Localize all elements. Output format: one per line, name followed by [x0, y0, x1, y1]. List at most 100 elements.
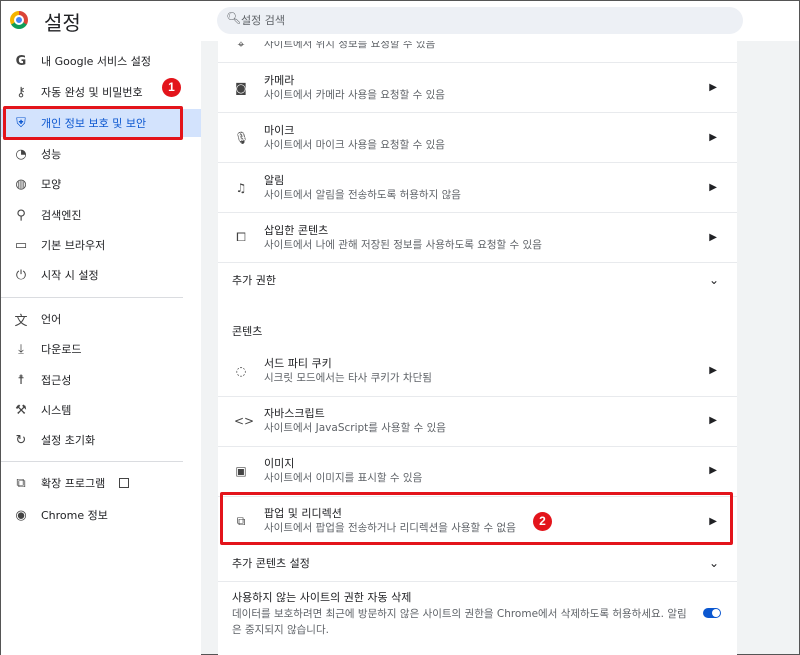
sidebar-item-appearance[interactable]: ◍ 모양 [1, 170, 201, 198]
sidebar-item-accessibility[interactable]: ☨ 접근성 [1, 366, 201, 394]
sidebar-item-system[interactable]: ⚒ 시스템 [1, 396, 201, 424]
sidebar-item-about-chrome[interactable]: ◉ Chrome 정보 [1, 501, 201, 529]
search-input[interactable] [241, 11, 721, 30]
sidebar-item-languages[interactable]: 文 언어 [1, 305, 201, 333]
chevron-right-icon: ▶ [709, 415, 717, 426]
sidebar-item-label: 시스템 [41, 404, 72, 417]
search-icon: 🔍︎ [226, 11, 242, 25]
sidebar-item-label: Chrome 정보 [41, 509, 108, 522]
search-box[interactable]: 🔍︎ [217, 7, 743, 34]
sidebar-item-performance[interactable]: ◔ 성능 [1, 140, 201, 168]
sidebar-item-reset-settings[interactable]: ↻ 설정 초기화 [1, 426, 201, 454]
sidebar-item-label: 언어 [41, 313, 62, 326]
row-subtitle: 사이트에서 이미지를 표시할 수 있음 [264, 471, 423, 484]
site-settings-panel: ⌖ 사이트에서 위치 정보를 요청할 수 있음 ◙ 카메라 사이트에서 카메라 … [218, 41, 737, 655]
sidebar-item-label: 기본 브라우저 [41, 239, 106, 252]
chevron-right-icon: ▶ [709, 82, 717, 93]
content-row-javascript[interactable]: <> 자바스크립트 사이트에서 JavaScript를 사용할 수 있음 ▶ [218, 396, 737, 445]
row-subtitle: 사이트에서 마이크 사용을 요청할 수 있음 [264, 138, 445, 151]
bell-icon: ♫ [235, 180, 247, 195]
sidebar-item-label: 모양 [41, 178, 62, 191]
permission-row-microphone[interactable]: 🎙︎ 마이크 사이트에서 마이크 사용을 요청할 수 있음 ▶ [218, 113, 737, 162]
row-title: 자바스크립트 [264, 406, 325, 420]
accessibility-icon: ☨ [17, 372, 25, 388]
reset-icon: ↻ [15, 432, 27, 448]
additional-permissions-label: 추가 권한 [232, 274, 276, 287]
chevron-right-icon: ▶ [709, 132, 717, 143]
sidebar-divider [1, 297, 183, 298]
embedded-content-icon: ⧠ [236, 230, 246, 244]
download-icon: ⤓ [18, 341, 24, 357]
key-icon: ⚷ [16, 84, 26, 100]
chevron-right-icon: ▶ [709, 232, 717, 243]
code-icon: <> [234, 413, 255, 428]
speedometer-icon: ◔ [15, 146, 27, 162]
cookie-icon: ◌ [235, 363, 247, 378]
puzzle-icon: ⧉ [16, 475, 26, 491]
row-subtitle: 사이트에서 카메라 사용을 요청할 수 있음 [264, 88, 445, 101]
row-subtitle: 사이트에서 위치 정보를 요청할 수 있음 [264, 41, 436, 50]
content-row-third-party-cookies[interactable]: ◌ 서드 파티 쿠키 시크릿 모드에서는 타사 쿠키가 차단됨 ▶ [218, 346, 737, 395]
permission-row-embedded-content[interactable]: ⧠ 삽입한 콘텐츠 사이트에서 나에 관해 저장된 정보를 사용하도록 요청할 … [218, 213, 737, 262]
sidebar-item-google-services[interactable]: G 내 Google 서비스 설정 [1, 47, 201, 75]
permission-row-notifications[interactable]: ♫ 알림 사이트에서 알림을 전송하도록 허용하지 않음 ▶ [218, 163, 737, 212]
chevron-right-icon: ▶ [709, 365, 717, 376]
sidebar-item-default-browser[interactable]: ▭ 기본 브라우저 [1, 231, 201, 259]
palette-icon: ◍ [15, 176, 27, 192]
sidebar-item-downloads[interactable]: ⤓ 다운로드 [1, 335, 201, 363]
chevron-right-icon: ▶ [709, 182, 717, 193]
additional-content-settings-label: 추가 콘텐츠 설정 [232, 557, 310, 570]
sidebar-item-label: 접근성 [41, 374, 72, 387]
sidebar-item-extensions[interactable]: ⧉ 확장 프로그램 [1, 469, 201, 497]
sidebar-item-label: 다운로드 [41, 343, 82, 356]
auto-revoke-toggle[interactable] [703, 608, 721, 618]
additional-content-settings-toggle[interactable]: 추가 콘텐츠 설정 ⌄ [218, 546, 737, 580]
row-title: 이미지 [264, 456, 295, 470]
wrench-icon: ⚒ [15, 402, 27, 418]
content-row-images[interactable]: ▣ 이미지 사이트에서 이미지를 표시할 수 있음 ▶ [218, 446, 737, 495]
highlight-box-popups [220, 492, 733, 545]
auto-revoke-permissions-setting: 사용하지 않는 사이트의 권한 자동 삭제 데이터를 보호하려면 최근에 방문하… [232, 590, 692, 638]
permission-row-camera[interactable]: ◙ 카메라 사이트에서 카메라 사용을 요청할 수 있음 ▶ [218, 63, 737, 112]
highlight-box-privacy [3, 106, 183, 140]
location-icon: ⌖ [237, 41, 245, 51]
chrome-logo-icon [10, 11, 28, 29]
row-subtitle: 사이트에서 JavaScript를 사용할 수 있음 [264, 421, 446, 434]
step-badge-1: 1 [162, 78, 181, 97]
row-subtitle: 사이트에서 알림을 전송하도록 허용하지 않음 [264, 188, 461, 201]
sidebar-item-label: 자동 완성 및 비밀번호 [41, 86, 143, 99]
top-bar: 설정 🔍︎ [1, 1, 799, 41]
chevron-down-icon: ⌄ [708, 273, 719, 287]
row-title: 삽입한 콘텐츠 [264, 223, 329, 237]
page-title: 설정 [44, 11, 81, 35]
step-badge-2: 2 [533, 512, 552, 531]
image-icon: ▣ [235, 463, 247, 478]
sidebar-item-label: 성능 [41, 148, 62, 161]
row-subtitle: 사이트에서 나에 관해 저장된 정보를 사용하도록 요청할 수 있음 [264, 238, 542, 251]
additional-permissions-toggle[interactable]: 추가 권한 ⌄ [218, 263, 737, 297]
sidebar-item-on-startup[interactable]: ⏻ 시작 시 설정 [1, 261, 201, 289]
mic-icon: 🎙︎ [234, 130, 250, 145]
browser-icon: ▭ [14, 237, 28, 253]
row-title: 알림 [264, 173, 285, 187]
section-heading-contents: 콘텐츠 [232, 325, 263, 338]
google-g-icon: G [15, 53, 27, 69]
search-icon: ⚲ [16, 207, 26, 223]
sidebar-item-label: 확장 프로그램 [41, 477, 106, 490]
row-title: 카메라 [264, 73, 295, 87]
translate-icon: 文 [14, 313, 28, 329]
setting-description: 데이터를 보호하려면 최근에 방문하지 않은 사이트의 권한을 Chrome에서… [232, 608, 687, 620]
sidebar-item-label: 내 Google 서비스 설정 [41, 55, 151, 68]
row-title: 서드 파티 쿠키 [264, 356, 332, 370]
setting-title: 사용하지 않는 사이트의 권한 자동 삭제 [232, 591, 412, 604]
row-subtitle: 시크릿 모드에서는 타사 쿠키가 차단됨 [264, 371, 432, 384]
setting-description-cont: 은 중지되지 않습니다. [232, 624, 329, 636]
chevron-down-icon: ⌄ [708, 556, 719, 570]
sidebar-item-search-engine[interactable]: ⚲ 검색엔진 [1, 201, 201, 229]
permission-row-location[interactable]: ⌖ 사이트에서 위치 정보를 요청할 수 있음 [218, 41, 737, 57]
sidebar-item-label: 설정 초기화 [41, 434, 96, 447]
row-title: 마이크 [264, 123, 295, 137]
sidebar-divider [1, 461, 183, 462]
power-icon: ⏻ [15, 267, 27, 283]
chevron-right-icon: ▶ [709, 465, 717, 476]
